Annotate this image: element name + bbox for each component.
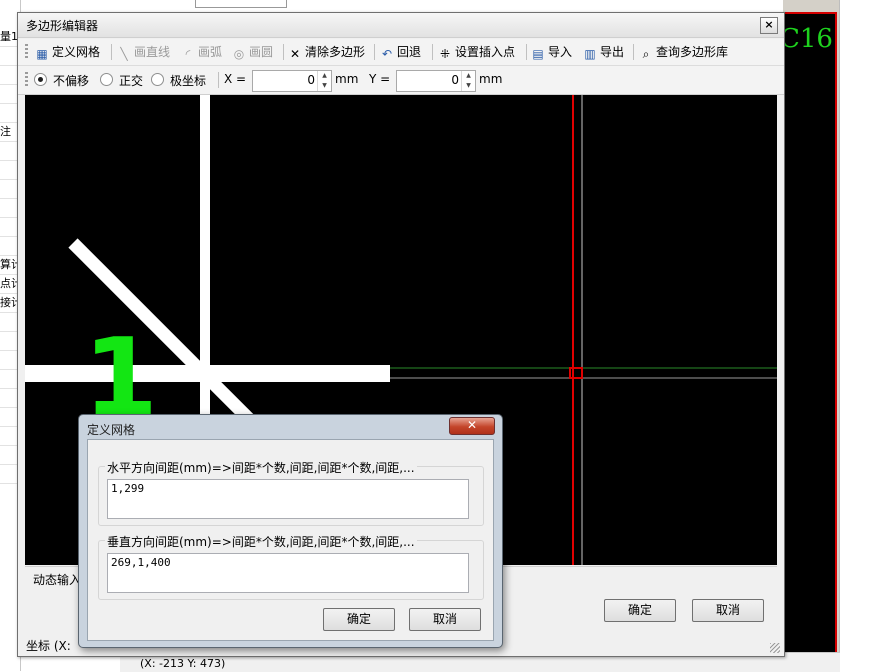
import-button[interactable]: ▤ 导入 xyxy=(531,43,572,61)
horizontal-spacing-input[interactable]: 1,299 xyxy=(107,479,469,519)
vertical-spacing-group: 垂直方向间距(mm)=>间距*个数,间距,间距*个数,间距,... 269,1,… xyxy=(98,533,484,600)
define-grid-dialog: 定义网格 ✕ 水平方向间距(mm)=>间距*个数,间距,间距*个数,间距,...… xyxy=(78,414,503,648)
background-canvas-label: C16 xyxy=(780,24,833,54)
mode-no-offset-radio[interactable] xyxy=(34,73,47,86)
clear-polygon-button[interactable]: ✕ 清除多边形 xyxy=(288,43,365,61)
insert-point-icon: ⁜ xyxy=(439,47,451,61)
import-icon: ▤ xyxy=(532,47,544,61)
grid-ok-button[interactable]: 确定 xyxy=(323,608,395,631)
grid-cancel-button[interactable]: 取消 xyxy=(409,608,481,631)
editor-title: 多边形编辑器 xyxy=(26,19,99,33)
undo-button[interactable]: ↶ 回退 xyxy=(380,43,421,61)
line-icon: ╲ xyxy=(120,47,128,61)
export-button[interactable]: ▥ 导出 xyxy=(583,43,624,61)
x-input[interactable]: 0 ▲ ▼ xyxy=(252,70,332,92)
y-input[interactable]: 0 ▲ ▼ xyxy=(396,70,476,92)
toolbar-separator xyxy=(374,44,375,60)
vertical-spacing-input[interactable]: 269,1,400 xyxy=(107,553,469,593)
editor-toolbar: ▦ 定义网格 ╲ 画直线 ◜ 画弧 ◎ 画圆 ✕ 清除多边形 ↶ 回退 ⁜ 设置插入点 ▤ 导入… xyxy=(18,39,784,66)
toolbar-grip[interactable] xyxy=(25,44,28,60)
arc-icon: ◜ xyxy=(185,47,191,61)
x-value: 0 xyxy=(307,73,315,87)
grid-dialog-close-button[interactable]: ✕ xyxy=(449,417,495,435)
clear-icon: ✕ xyxy=(289,47,301,61)
query-polygon-library-button[interactable]: ⌕ 查询多边形库 xyxy=(639,43,728,61)
editor-cancel-button[interactable]: 取消 xyxy=(692,599,764,622)
y-label: Y = xyxy=(369,72,391,86)
mode-polar-label[interactable]: 极坐标 xyxy=(170,72,206,89)
draw-circle-button[interactable]: ◎ 画圆 xyxy=(232,43,273,61)
y-spinner-icon[interactable]: ▲ ▼ xyxy=(461,71,475,91)
y-unit: mm xyxy=(479,72,503,86)
x-unit: mm xyxy=(335,72,359,86)
insert-point-marker xyxy=(569,367,583,379)
grid-dialog-body: 水平方向间距(mm)=>间距*个数,间距,间距*个数,间距,... 1,299 … xyxy=(87,439,494,641)
grid-dialog-title: 定义网格 xyxy=(87,423,136,437)
x-label: X = xyxy=(224,72,247,86)
define-grid-button[interactable]: ▦ 定义网格 xyxy=(35,43,100,61)
mode-polar-radio[interactable] xyxy=(151,73,164,86)
search-icon: ⌕ xyxy=(642,47,650,61)
mode-no-offset-label[interactable]: 不偏移 xyxy=(53,72,89,89)
background-top-field[interactable] xyxy=(195,0,287,8)
background-coords-text: (X: -213 Y: 473) xyxy=(140,657,226,670)
toolbar-grip[interactable] xyxy=(25,72,28,88)
y-value: 0 xyxy=(451,73,459,87)
toolbar-separator xyxy=(218,72,219,88)
toolbar-separator xyxy=(283,44,284,60)
background-drawing-canvas[interactable] xyxy=(783,12,837,656)
undo-icon: ↶ xyxy=(381,47,393,61)
toolbar-separator xyxy=(633,44,634,60)
background-far-right-panel xyxy=(839,0,873,671)
mode-orthogonal-radio[interactable] xyxy=(100,73,113,86)
mode-orthogonal-label[interactable]: 正交 xyxy=(119,72,143,89)
dynamic-input-label: 动态输入 xyxy=(33,573,82,587)
circle-icon: ◎ xyxy=(233,47,245,61)
toolbar-separator xyxy=(432,44,433,60)
editor-ok-button[interactable]: 确定 xyxy=(604,599,676,622)
editor-title-bar[interactable]: 多边形编辑器 × xyxy=(18,13,784,38)
toolbar-separator xyxy=(111,44,112,60)
draw-line-button[interactable]: ╲ 画直线 xyxy=(117,43,170,61)
coordinate-readout: 坐标 (X: xyxy=(26,639,71,653)
vertical-spacing-label: 垂直方向间距(mm)=>间距*个数,间距,间距*个数,间距,... xyxy=(105,533,417,550)
set-insert-point-button[interactable]: ⁜ 设置插入点 xyxy=(438,43,515,61)
editor-input-toolbar: 不偏移 正交 极坐标 X = 0 ▲ ▼ mm Y = 0 ▲ ▼ mm xyxy=(18,66,784,95)
editor-close-button[interactable]: × xyxy=(760,17,778,34)
horizontal-spacing-group: 水平方向间距(mm)=>间距*个数,间距,间距*个数,间距,... 1,299 xyxy=(98,459,484,526)
resize-grip[interactable] xyxy=(770,643,780,653)
export-icon: ▥ xyxy=(584,47,596,61)
grid-icon: ▦ xyxy=(36,47,48,61)
x-spinner-icon[interactable]: ▲ ▼ xyxy=(317,71,331,91)
draw-arc-button[interactable]: ◜ 画弧 xyxy=(181,43,222,61)
toolbar-separator xyxy=(526,44,527,60)
horizontal-spacing-label: 水平方向间距(mm)=>间距*个数,间距,间距*个数,间距,... xyxy=(105,459,417,476)
